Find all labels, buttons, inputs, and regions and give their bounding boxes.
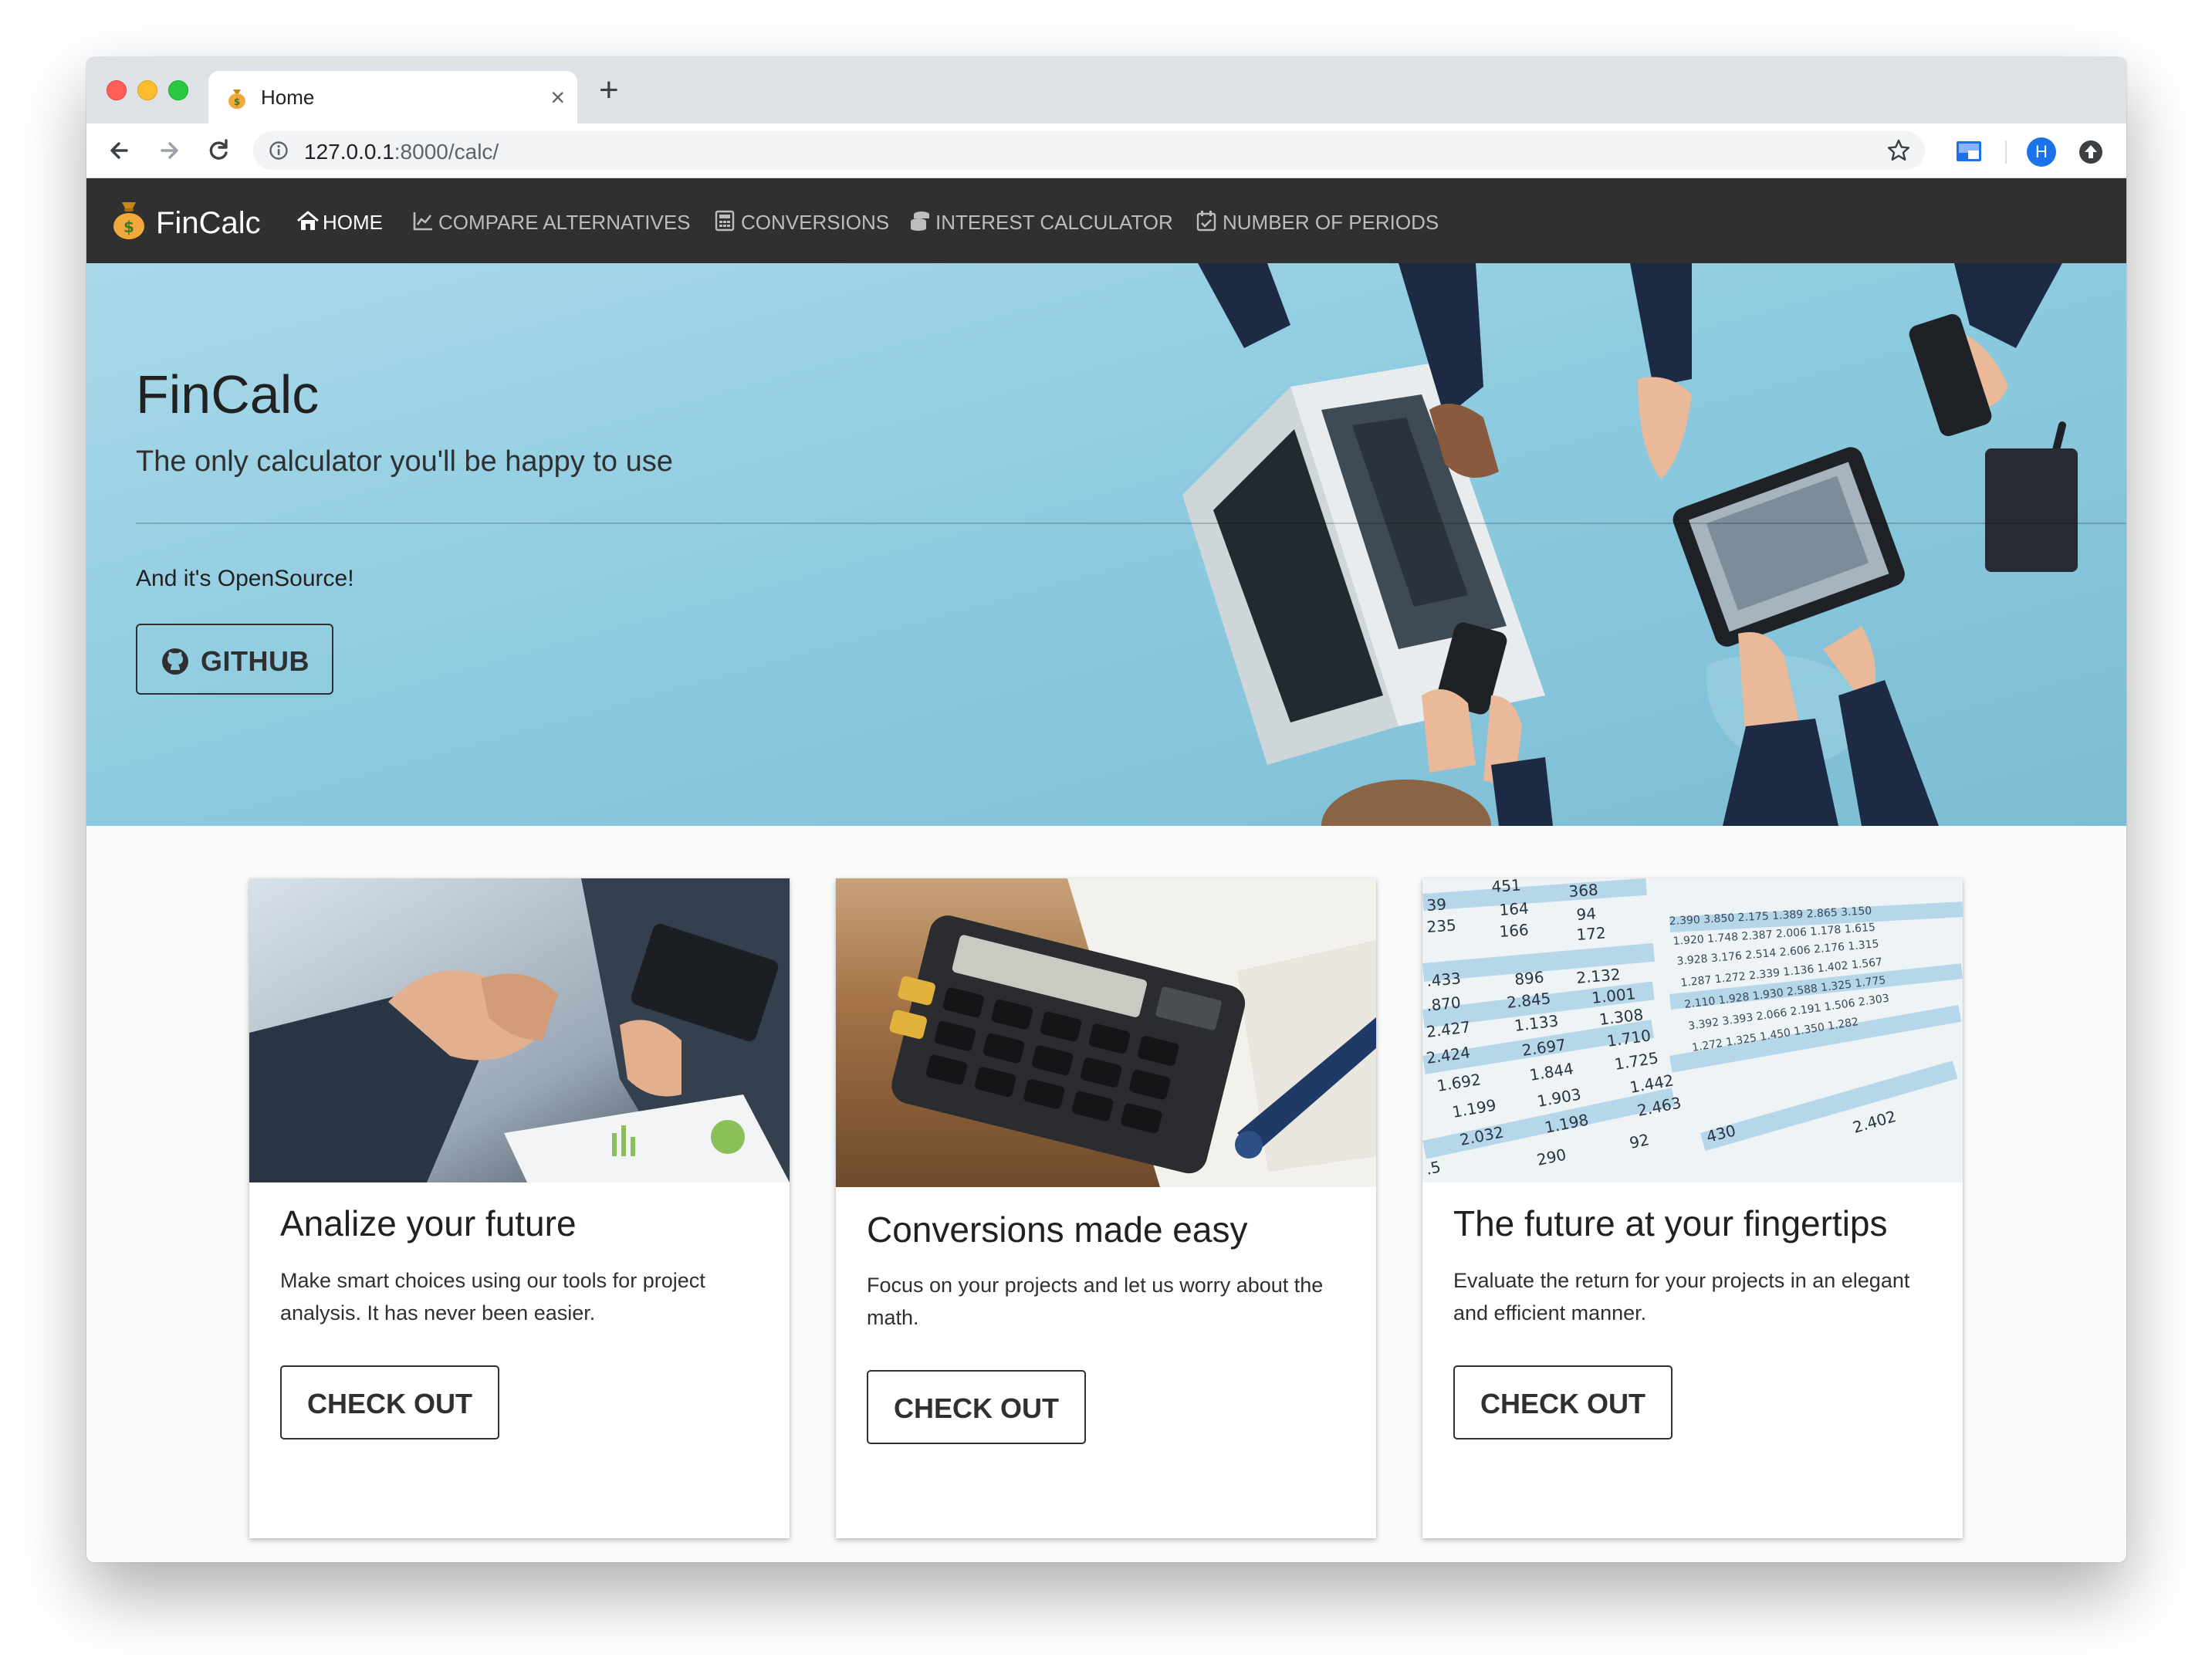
home-icon <box>297 211 319 230</box>
card-text: Focus on your projects and let us worry … <box>867 1274 1324 1329</box>
money-bag-icon: $ <box>113 202 144 239</box>
hero-subtitle: The only calculator you'll be happy to u… <box>136 445 673 478</box>
card-text: Evaluate the return for your projects in… <box>1453 1269 1910 1324</box>
feature-card-conversions: Conversions made easy Focus on your proj… <box>836 878 1376 1538</box>
nav-interest-label: INTEREST CALCULATOR <box>935 211 1173 234</box>
address-bar[interactable]: 127.0.0.1:8000/calc/ <box>253 131 1925 170</box>
calculator-icon <box>715 210 735 232</box>
browser-tab[interactable]: $ Home × <box>208 71 577 123</box>
handshake-image <box>249 878 790 1182</box>
line-chart-icon <box>413 212 432 231</box>
svg-text:166: 166 <box>1499 920 1530 941</box>
minimize-window-button[interactable] <box>137 80 157 100</box>
url-host: 127.0.0.1 <box>304 140 394 164</box>
svg-text:.433: .433 <box>1426 969 1461 990</box>
svg-text:2.132: 2.132 <box>1575 965 1621 987</box>
svg-text:451: 451 <box>1491 878 1522 896</box>
svg-text:.870: .870 <box>1426 993 1462 1015</box>
check-out-label: CHECK OUT <box>1480 1388 1645 1419</box>
card-text: Make smart choices using our tools for p… <box>280 1269 705 1324</box>
calendar-check-icon <box>1196 211 1216 232</box>
reload-icon[interactable] <box>199 131 238 170</box>
hero-note: And it's OpenSource! <box>136 566 354 591</box>
svg-text:235: 235 <box>1426 915 1457 936</box>
hero-title: FinCalc <box>136 364 320 425</box>
svg-text:172: 172 <box>1576 923 1607 944</box>
svg-text:368: 368 <box>1568 880 1599 901</box>
nav-conversions-label: CONVERSIONS <box>741 211 890 234</box>
tab-strip: $ Home × + <box>86 57 2126 123</box>
close-window-button[interactable] <box>107 80 127 100</box>
calculator-image <box>836 878 1376 1187</box>
forward-arrow-icon[interactable] <box>150 131 188 170</box>
coins-icon <box>911 211 929 231</box>
close-tab-icon[interactable]: × <box>550 82 565 113</box>
nav-periods-label: NUMBER OF PERIODS <box>1223 211 1439 234</box>
hero-background-image <box>86 263 2126 826</box>
svg-text:164: 164 <box>1499 898 1530 919</box>
github-button-label: GITHUB <box>201 645 309 677</box>
tab-title: Home <box>261 86 315 109</box>
svg-text:39: 39 <box>1426 895 1447 915</box>
url-path: :8000/calc/ <box>394 140 499 164</box>
browser-window: $ Home × + 127.0.0.1:8000/calc/ H $ FinC… <box>86 57 2126 1562</box>
svg-text:94: 94 <box>1576 904 1597 924</box>
app-navbar: $ FinCalc HOME COMPARE ALTERNATIVES CONV… <box>86 178 2126 263</box>
check-out-button[interactable]: CHECK OUT <box>280 1365 499 1439</box>
svg-text:$: $ <box>123 218 134 236</box>
hero-banner: FinCalc The only calculator you'll be ha… <box>86 263 2126 826</box>
brand-name: FinCalc <box>156 206 261 240</box>
feature-card-fingertips: 451 368 39 164 94 235 166 172 .433 896 2.132 .8… <box>1422 878 1963 1538</box>
hero-divider <box>136 523 2126 524</box>
cast-extension-icon[interactable] <box>1956 140 1982 162</box>
bookmark-star-icon[interactable] <box>1886 138 1911 163</box>
card-title: The future at your fingertips <box>1453 1203 1888 1243</box>
new-tab-button[interactable]: + <box>599 71 619 110</box>
card-title: Analize your future <box>280 1203 577 1243</box>
maximize-window-button[interactable] <box>168 80 188 100</box>
svg-text:896: 896 <box>1514 968 1544 989</box>
feature-card-analyze: Analize your future Make smart choices u… <box>249 878 790 1538</box>
url-text[interactable]: 127.0.0.1:8000/calc/ <box>304 140 499 164</box>
profile-avatar[interactable]: H <box>2027 137 2056 167</box>
browser-toolbar: 127.0.0.1:8000/calc/ H <box>86 123 2126 178</box>
update-icon[interactable] <box>2078 139 2104 165</box>
github-icon <box>162 648 188 675</box>
svg-text:$: $ <box>234 96 240 107</box>
info-icon[interactable] <box>269 140 289 161</box>
money-bag-icon: $ <box>228 90 245 109</box>
nav-compare-label: COMPARE ALTERNATIVES <box>438 211 691 234</box>
check-out-button[interactable]: CHECK OUT <box>1453 1365 1673 1439</box>
check-out-label: CHECK OUT <box>307 1388 472 1419</box>
card-title: Conversions made easy <box>867 1209 1248 1250</box>
github-button[interactable]: GITHUB <box>136 624 333 695</box>
check-out-label: CHECK OUT <box>894 1392 1059 1424</box>
check-out-button[interactable]: CHECK OUT <box>867 1370 1086 1444</box>
spreadsheet-image: 451 368 39 164 94 235 166 172 .433 896 2.132 .8… <box>1422 878 1963 1182</box>
toolbar-divider <box>2005 140 2007 164</box>
nav-home-label: HOME <box>323 211 383 234</box>
back-arrow-icon[interactable] <box>100 131 139 170</box>
